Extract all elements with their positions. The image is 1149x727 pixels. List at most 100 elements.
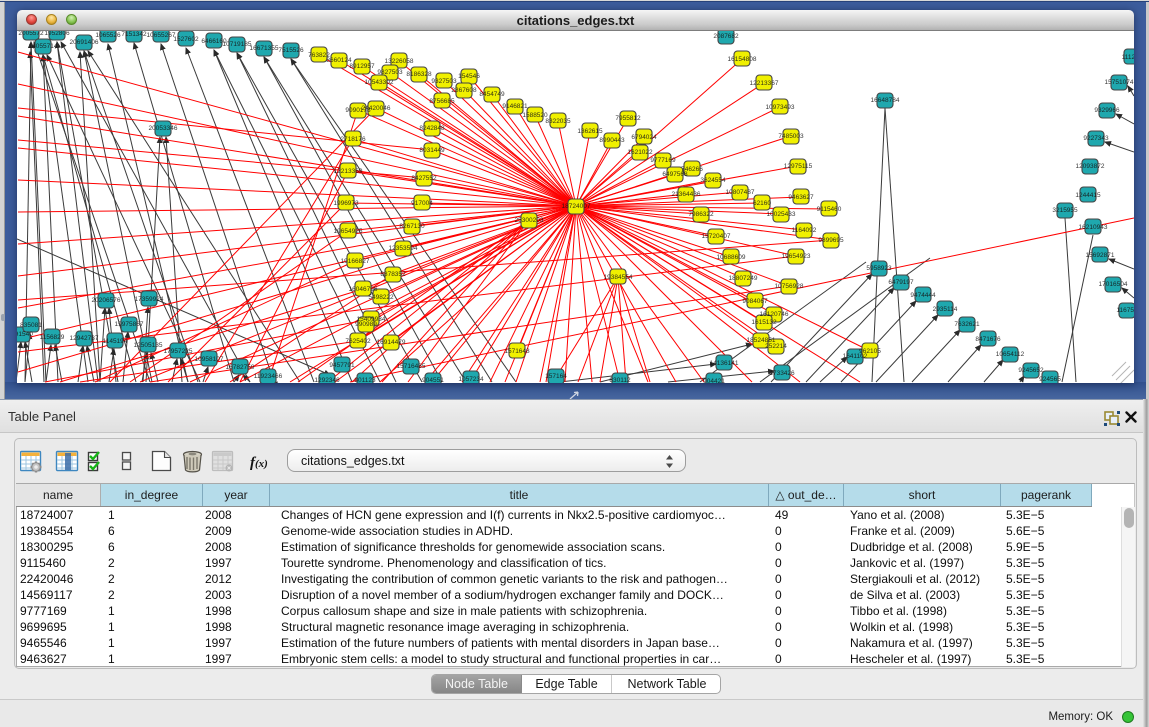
svg-text:11923466: 11923466 [254,373,283,380]
svg-text:904551: 904551 [422,377,444,383]
svg-text:6479197: 6479197 [888,279,914,286]
svg-text:15720407: 15720407 [702,233,731,240]
svg-text:15692871: 15692871 [1086,252,1115,259]
svg-text:12505135: 12505135 [134,342,163,349]
svg-text:f(x): f(x) [250,455,268,471]
svg-text:7955812: 7955812 [615,115,641,122]
svg-text:1952806: 1952806 [44,31,70,37]
svg-text:12093872: 12093872 [1076,163,1105,170]
svg-text:9084067: 9084067 [742,298,768,305]
svg-text:8990443: 8990443 [599,137,625,144]
svg-text:16648784: 16648784 [871,97,900,104]
svg-text:19384554: 19384554 [604,274,633,281]
svg-text:10654112: 10654112 [996,351,1025,358]
svg-text:18807249: 18807249 [729,275,758,282]
svg-text:20691406: 20691406 [70,39,99,46]
svg-text:1996973: 1996973 [333,200,359,207]
svg-text:8471676: 8471676 [975,336,1001,343]
svg-text:1615132: 1615132 [751,319,777,326]
svg-text:16046796: 16046796 [349,286,378,293]
svg-text:16782759: 16782759 [226,364,255,371]
svg-text:17359924: 17359924 [135,296,164,303]
svg-text:10025433: 10025433 [767,211,796,218]
svg-text:1588520: 1588520 [522,112,548,119]
svg-text:924565: 924565 [1039,376,1061,383]
svg-text:1292346: 1292346 [314,377,340,383]
svg-text:62160: 62160 [753,200,771,207]
svg-text:12975115: 12975115 [784,163,813,170]
svg-text:18724007: 18724007 [562,203,591,210]
svg-text:10655267: 10655267 [147,32,176,39]
svg-text:2935114: 2935114 [933,306,958,313]
svg-text:835081: 835081 [20,322,42,329]
svg-text:7625402: 7625402 [345,338,371,345]
svg-text:9457791: 9457791 [329,362,355,369]
svg-text:2867608: 2867608 [451,87,477,94]
svg-text:12213367: 12213367 [750,80,779,87]
svg-text:1733426: 1733426 [769,370,795,377]
svg-text:16914479: 16914479 [377,339,406,346]
svg-text:10756928: 10756928 [775,283,804,290]
svg-text:19166827: 19166827 [341,258,370,265]
svg-text:10958107: 10958107 [195,356,224,363]
svg-text:801123: 801123 [354,377,376,383]
svg-text:391540: 391540 [17,331,33,338]
svg-text:8454749: 8454749 [479,91,505,98]
svg-text:962105: 962105 [859,348,881,355]
svg-text:8878352: 8878352 [380,271,406,278]
svg-text:19654923: 19654923 [782,253,811,260]
svg-text:9777169: 9777169 [650,157,676,164]
svg-text:9115460: 9115460 [817,206,842,213]
svg-text:5958923: 5958923 [866,265,892,272]
svg-text:10973493: 10973493 [766,104,795,111]
svg-text:116753: 116753 [1116,307,1134,314]
svg-text:1065526: 1065526 [95,32,121,39]
svg-text:20053346: 20053346 [149,125,178,132]
svg-text:7986322: 7986322 [688,211,714,218]
svg-text:17016504: 17016504 [1099,281,1128,288]
svg-text:157164: 157164 [545,373,567,380]
svg-text:7485003: 7485003 [778,133,804,140]
svg-text:2087682: 2087682 [713,33,739,40]
svg-text:9227343: 9227343 [1083,135,1109,142]
svg-text:3624554: 3624554 [700,177,726,184]
svg-text:1145194: 1145194 [103,338,128,345]
svg-text:1571648: 1571648 [504,348,530,355]
svg-text:8756685: 8756685 [429,98,455,105]
svg-text:12353594: 12353594 [389,245,418,252]
svg-text:1057234: 1057234 [458,376,484,383]
svg-text:8912957: 8912957 [349,63,375,70]
svg-text:9827503: 9827503 [377,69,403,76]
svg-text:7632621: 7632621 [954,321,980,328]
svg-text:19975867: 19975867 [115,321,144,328]
svg-text:17957225: 17957225 [164,348,193,355]
svg-text:1156829: 1156829 [40,334,65,341]
svg-text:917004: 917004 [411,200,433,207]
svg-text:9463627: 9463627 [788,194,814,201]
svg-text:2718176: 2718176 [340,136,366,143]
svg-text:990989: 990989 [355,321,377,328]
svg-text:111273: 111273 [1122,54,1134,61]
svg-text:7151342: 7151342 [121,31,147,38]
svg-text:1244415: 1244415 [1075,192,1101,199]
svg-text:9245652: 9245652 [1018,367,1044,374]
svg-text:1621022: 1621022 [627,149,653,156]
svg-text:8660124: 8660124 [326,57,352,64]
svg-text:6794024: 6794024 [631,134,657,141]
svg-text:13226058: 13226058 [385,58,414,65]
svg-text:2005572: 2005572 [18,31,44,37]
svg-text:1527602: 1527602 [173,36,199,43]
svg-text:7515526: 7515526 [278,47,304,54]
svg-text:9329966: 9329966 [1094,107,1120,114]
svg-text:21364436: 21364436 [672,191,701,198]
svg-text:16120746: 16120746 [760,311,789,318]
svg-text:14055714: 14055714 [29,43,58,50]
svg-text:10543302: 10543302 [365,79,394,86]
svg-text:1164092: 1164092 [792,227,817,234]
svg-text:9474444: 9474444 [910,292,936,299]
svg-text:10719185: 10719185 [223,41,252,48]
svg-text:15751074: 15751074 [1105,79,1134,86]
svg-text:12942737: 12942737 [70,335,99,342]
svg-text:6497568: 6497568 [662,171,688,178]
svg-text:8186328: 8186328 [406,71,432,78]
